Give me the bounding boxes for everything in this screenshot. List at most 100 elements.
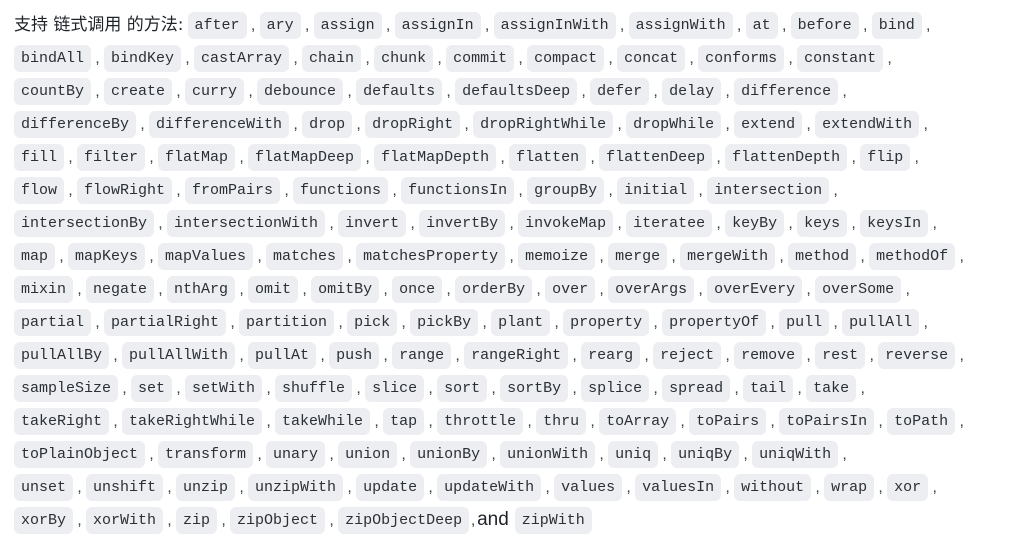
comma-separator: , bbox=[698, 281, 703, 298]
method-code-transform: transform bbox=[158, 441, 254, 469]
method-code-partial: partial bbox=[14, 309, 92, 337]
method-code-pull: pull bbox=[779, 309, 830, 337]
method-code-zip: zip bbox=[176, 507, 218, 535]
method-code-matchesProperty: matchesProperty bbox=[356, 243, 506, 271]
method-code-toPairs: toPairs bbox=[689, 408, 767, 436]
method-code-shuffle: shuffle bbox=[275, 375, 353, 403]
comma-separator: , bbox=[509, 215, 514, 232]
text-line: takeRight, takeRightWhile, takeWhile, tap, t… bbox=[14, 404, 1033, 437]
comma-separator: , bbox=[905, 281, 910, 298]
comma-separator: , bbox=[862, 17, 868, 34]
comma-separator: , bbox=[470, 512, 476, 529]
comma-separator: , bbox=[113, 413, 118, 430]
method-code-delay: delay bbox=[662, 78, 722, 106]
method-code-sampleSize: sampleSize bbox=[14, 375, 119, 403]
method-code-takeWhile: takeWhile bbox=[275, 408, 371, 436]
text-line: partial, partialRight, partition, pick, pick… bbox=[14, 305, 1033, 338]
method-code-at: at bbox=[745, 12, 778, 40]
comma-separator: , bbox=[851, 215, 856, 232]
text-line: intersectionBy, intersectionWith, invert, i… bbox=[14, 206, 1033, 239]
comma-separator: , bbox=[887, 50, 892, 67]
method-code-unset: unset bbox=[14, 474, 74, 502]
comma-separator: , bbox=[833, 182, 838, 199]
comma-separator: , bbox=[185, 50, 190, 67]
method-code-toArray: toArray bbox=[599, 408, 677, 436]
method-code-flatMap: flatMap bbox=[158, 144, 236, 172]
method-code-overEvery: overEvery bbox=[707, 276, 803, 304]
comma-separator: , bbox=[365, 50, 370, 67]
comma-separator: , bbox=[599, 281, 604, 298]
text-line: toPlainObject, transform, unary, union, unio… bbox=[14, 437, 1033, 470]
comma-separator: , bbox=[619, 17, 625, 34]
comma-separator: , bbox=[304, 17, 310, 34]
method-code-partialRight: partialRight bbox=[104, 309, 227, 337]
comma-separator: , bbox=[959, 347, 964, 364]
method-code-mixin: mixin bbox=[14, 276, 74, 304]
comma-separator: , bbox=[401, 446, 406, 463]
comma-separator: , bbox=[671, 248, 676, 265]
comma-separator: , bbox=[788, 215, 793, 232]
comma-separator: , bbox=[383, 347, 388, 364]
method-code-intersectionWith: intersectionWith bbox=[167, 210, 326, 238]
method-code-union: union bbox=[338, 441, 398, 469]
method-code-valuesIn: valuesIn bbox=[635, 474, 722, 502]
method-code-unshift: unshift bbox=[86, 474, 164, 502]
method-code-unzipWith: unzipWith bbox=[248, 474, 344, 502]
method-code-xorWith: xorWith bbox=[86, 507, 164, 535]
comma-separator: , bbox=[644, 347, 649, 364]
comma-separator: , bbox=[239, 479, 244, 496]
method-code-flatMapDeep: flatMapDeep bbox=[248, 144, 362, 172]
comma-separator: , bbox=[266, 413, 271, 430]
comma-separator: , bbox=[401, 314, 406, 331]
comma-separator: , bbox=[95, 314, 100, 331]
comma-separator: , bbox=[518, 182, 523, 199]
method-code-zipWith: zipWith bbox=[514, 507, 592, 535]
method-code-omitBy: omitBy bbox=[311, 276, 380, 304]
comma-separator: , bbox=[320, 347, 325, 364]
method-code-propertyOf: propertyOf bbox=[662, 309, 767, 337]
comma-separator: , bbox=[932, 215, 937, 232]
comma-separator: , bbox=[617, 215, 622, 232]
method-code-ary: ary bbox=[259, 12, 301, 40]
comma-separator: , bbox=[788, 50, 793, 67]
method-code-bind: bind bbox=[871, 12, 922, 40]
method-code-pick: pick bbox=[347, 309, 398, 337]
comma-separator: , bbox=[266, 380, 271, 397]
text-line: fill, filter, flatMap, flatMapDeep, flatMapD… bbox=[14, 140, 1033, 173]
comma-separator: , bbox=[455, 347, 460, 364]
text-line: differenceBy, differenceWith, drop, dropRig… bbox=[14, 107, 1033, 140]
comma-separator: , bbox=[365, 149, 370, 166]
method-code-flatten: flatten bbox=[509, 144, 587, 172]
method-code-reverse: reverse bbox=[878, 342, 956, 370]
method-code-sortBy: sortBy bbox=[500, 375, 569, 403]
method-code-curry: curry bbox=[185, 78, 245, 106]
method-code-sort: sort bbox=[437, 375, 488, 403]
comma-separator: , bbox=[869, 347, 874, 364]
comma-separator: , bbox=[68, 182, 73, 199]
method-code-assignIn: assignIn bbox=[394, 12, 481, 40]
method-code-reject: reject bbox=[653, 342, 722, 370]
method-code-orderBy: orderBy bbox=[455, 276, 533, 304]
method-code-unionWith: unionWith bbox=[500, 441, 596, 469]
comma-separator: , bbox=[770, 413, 775, 430]
comma-separator: , bbox=[347, 479, 352, 496]
method-code-splice: splice bbox=[581, 375, 650, 403]
comma-separator: , bbox=[781, 17, 787, 34]
comma-separator: , bbox=[878, 479, 883, 496]
comma-separator: , bbox=[113, 347, 118, 364]
comma-separator: , bbox=[743, 446, 748, 463]
comma-separator: , bbox=[662, 446, 667, 463]
method-code-unionBy: unionBy bbox=[410, 441, 488, 469]
method-code-property: property bbox=[563, 309, 650, 337]
method-code-commit: commit bbox=[446, 45, 515, 73]
comma-separator: , bbox=[736, 17, 742, 34]
comma-separator: , bbox=[842, 83, 847, 100]
method-code-dropWhile: dropWhile bbox=[626, 111, 722, 139]
comma-separator: , bbox=[149, 446, 154, 463]
method-code-functions: functions bbox=[293, 177, 389, 205]
comma-separator: , bbox=[446, 83, 451, 100]
comma-separator: , bbox=[356, 380, 361, 397]
method-code-matches: matches bbox=[266, 243, 344, 271]
comma-separator: , bbox=[608, 182, 613, 199]
method-code-negate: negate bbox=[86, 276, 155, 304]
